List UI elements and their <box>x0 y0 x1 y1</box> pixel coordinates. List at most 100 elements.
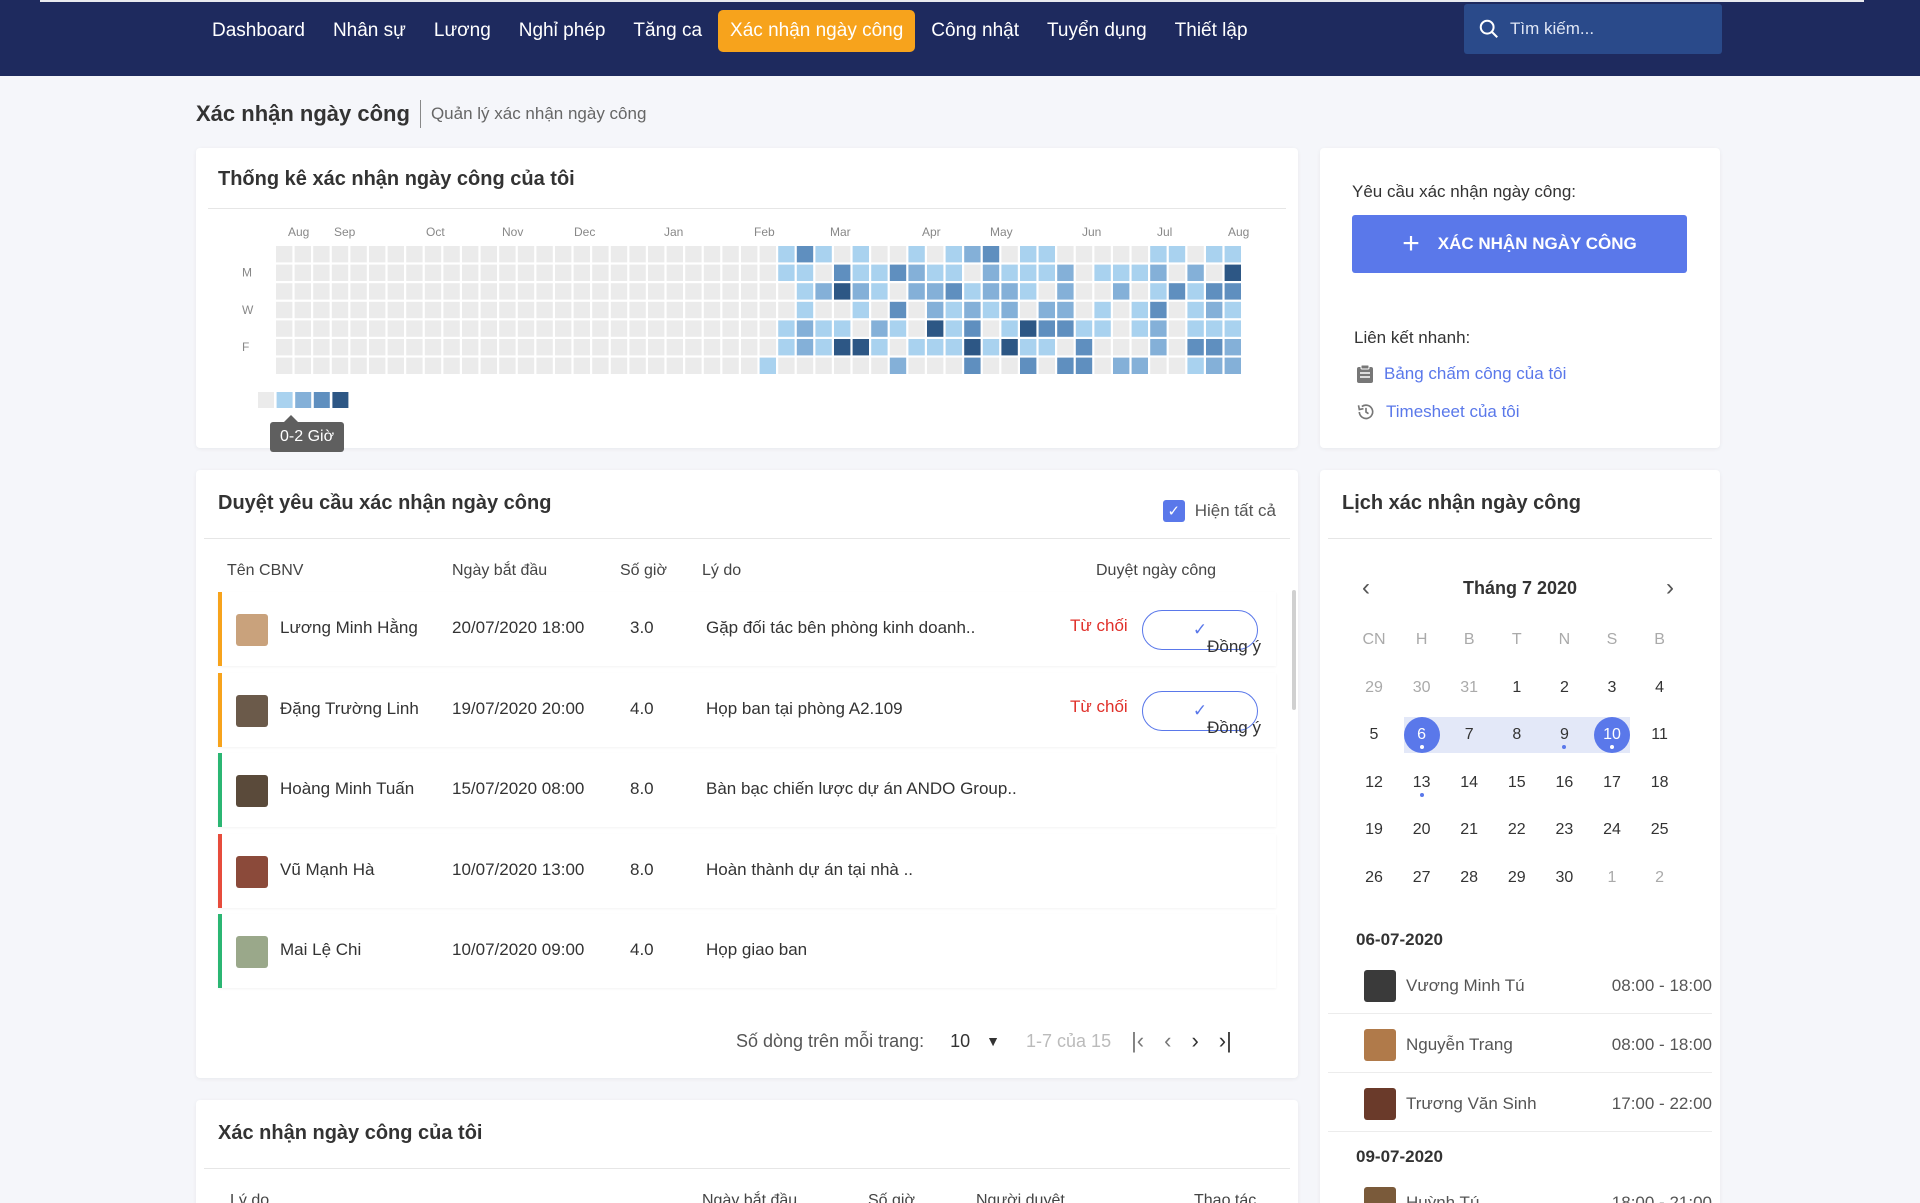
heatmap-cell[interactable] <box>480 339 497 356</box>
calendar-day[interactable]: 9 <box>1540 715 1588 755</box>
nav-item[interactable]: Công nhật <box>919 10 1031 52</box>
timesheet-table-link[interactable]: Bảng chấm công của tôi <box>1356 364 1566 384</box>
heatmap-cell[interactable] <box>331 246 349 263</box>
heatmap-cell[interactable] <box>722 339 739 356</box>
heatmap-cell[interactable] <box>759 339 776 356</box>
heatmap-cell[interactable] <box>703 301 721 319</box>
heatmap-cell[interactable] <box>685 320 702 337</box>
heatmap-cell[interactable] <box>703 283 721 300</box>
heatmap-cell[interactable] <box>703 357 721 374</box>
nav-item[interactable]: Xác nhận ngày công <box>718 10 916 52</box>
heatmap-cell[interactable] <box>536 320 553 337</box>
heatmap-cell[interactable] <box>555 283 572 300</box>
heatmap-cell[interactable] <box>1168 301 1186 319</box>
heatmap-cell[interactable] <box>1094 339 1111 356</box>
heatmap-cell[interactable] <box>722 320 739 337</box>
first-page-icon[interactable]: |‹ <box>1131 1028 1144 1054</box>
heatmap-cell[interactable] <box>573 246 590 263</box>
heatmap-cell[interactable] <box>1075 301 1093 319</box>
heatmap-cell[interactable] <box>1224 301 1241 319</box>
heatmap-cell[interactable] <box>350 283 367 300</box>
heatmap-cell[interactable] <box>1224 357 1241 374</box>
heatmap-cell[interactable] <box>462 283 479 300</box>
heatmap-cell[interactable] <box>796 264 814 281</box>
heatmap-cell[interactable] <box>666 283 683 300</box>
heatmap-cell[interactable] <box>499 357 516 374</box>
heatmap-cell[interactable] <box>889 320 907 337</box>
heatmap-cell[interactable] <box>815 283 832 300</box>
heatmap-cell[interactable] <box>350 264 367 281</box>
heatmap-cell[interactable] <box>592 246 609 263</box>
heatmap-cell[interactable] <box>1131 320 1148 337</box>
heatmap-cell[interactable] <box>852 339 869 356</box>
heatmap-cell[interactable] <box>555 246 572 263</box>
heatmap-cell[interactable] <box>592 357 609 374</box>
heatmap-cell[interactable] <box>629 283 646 300</box>
heatmap-cell[interactable] <box>1224 246 1241 263</box>
heatmap-cell[interactable] <box>648 246 665 263</box>
heatmap-cell[interactable] <box>276 357 293 374</box>
legend-swatch[interactable] <box>295 392 312 408</box>
heatmap-cell[interactable] <box>592 283 609 300</box>
heatmap-cell[interactable] <box>331 339 349 356</box>
heatmap-cell[interactable] <box>927 339 944 356</box>
heatmap-cell[interactable] <box>741 283 758 300</box>
heatmap-cell[interactable] <box>1001 246 1018 263</box>
calendar-day[interactable]: 5 <box>1350 715 1398 755</box>
heatmap-cell[interactable] <box>369 357 386 374</box>
heatmap-cell[interactable] <box>536 283 553 300</box>
heatmap-cell[interactable] <box>424 357 442 374</box>
heatmap-cell[interactable] <box>648 357 665 374</box>
calendar-day[interactable]: 1 <box>1493 668 1541 708</box>
heatmap-cell[interactable] <box>759 246 776 263</box>
heatmap-cell[interactable] <box>1224 283 1241 300</box>
heatmap-cell[interactable] <box>294 320 311 337</box>
heatmap-cell[interactable] <box>480 301 497 319</box>
heatmap-cell[interactable] <box>443 301 460 319</box>
heatmap-cell[interactable] <box>573 357 590 374</box>
heatmap-cell[interactable] <box>834 264 851 281</box>
heatmap-cell[interactable] <box>629 301 646 319</box>
heatmap-cell[interactable] <box>759 301 776 319</box>
heatmap-cell[interactable] <box>685 339 702 356</box>
nav-item[interactable]: Tuyển dụng <box>1035 10 1159 52</box>
heatmap-cell[interactable] <box>555 357 572 374</box>
heatmap-cell[interactable] <box>703 320 721 337</box>
heatmap-cell[interactable] <box>685 357 702 374</box>
heatmap-cell[interactable] <box>722 264 739 281</box>
heatmap-cell[interactable] <box>1168 283 1186 300</box>
heatmap-cell[interactable] <box>424 320 442 337</box>
heatmap-cell[interactable] <box>517 264 535 281</box>
timesheet-link[interactable]: Timesheet của tôi <box>1356 402 1520 422</box>
heatmap-cell[interactable] <box>778 320 795 337</box>
heatmap-cell[interactable] <box>1075 246 1093 263</box>
calendar-day[interactable]: 23 <box>1540 810 1588 850</box>
nav-item[interactable]: Tăng ca <box>621 10 714 52</box>
heatmap-cell[interactable] <box>852 320 869 337</box>
heatmap-cell[interactable] <box>1187 301 1204 319</box>
event-item[interactable]: Vương Minh Tú 08:00 - 18:00 <box>1328 956 1712 1014</box>
heatmap-cell[interactable] <box>889 264 907 281</box>
heatmap-cell[interactable] <box>462 246 479 263</box>
heatmap-cell[interactable] <box>945 283 962 300</box>
heatmap-cell[interactable] <box>741 320 758 337</box>
heatmap-cell[interactable] <box>387 320 404 337</box>
heatmap-cell[interactable] <box>927 264 944 281</box>
heatmap-cell[interactable] <box>610 283 628 300</box>
heatmap-cell[interactable] <box>852 246 869 263</box>
heatmap-cell[interactable] <box>908 283 925 300</box>
heatmap-cell[interactable] <box>741 246 758 263</box>
search-box[interactable] <box>1464 4 1722 54</box>
heatmap-cell[interactable] <box>945 246 962 263</box>
next-month-icon[interactable]: › <box>1666 574 1674 602</box>
heatmap-cell[interactable] <box>443 339 460 356</box>
heatmap-cell[interactable] <box>1150 339 1167 356</box>
heatmap-cell[interactable] <box>1038 246 1055 263</box>
heatmap-cell[interactable] <box>982 283 1000 300</box>
heatmap-cell[interactable] <box>1001 339 1018 356</box>
heatmap-cell[interactable] <box>592 301 609 319</box>
calendar-day[interactable]: 12 <box>1350 763 1398 803</box>
heatmap-cell[interactable] <box>927 301 944 319</box>
heatmap-cell[interactable] <box>778 339 795 356</box>
heatmap-cell[interactable] <box>908 357 925 374</box>
